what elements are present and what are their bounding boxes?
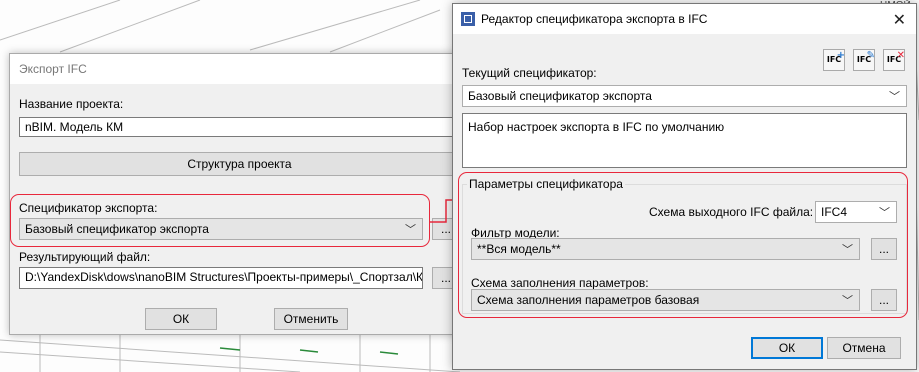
editor-titlebar: Редактор спецификатора экспорта в IFC ✕ — [453, 4, 916, 34]
chevron-down-icon: ﹀ — [889, 91, 900, 103]
spec-description-textarea[interactable]: Набор настроек экспорта в IFC по умолчан… — [462, 113, 907, 168]
delete-spec-icon[interactable]: IFC ✕ — [883, 49, 905, 71]
close-icon[interactable]: ✕ — [893, 10, 906, 30]
editor-cancel-button[interactable]: Отмена — [827, 337, 901, 359]
editor-ok-button[interactable]: ОК — [751, 337, 823, 359]
new-spec-icon[interactable]: IFC + — [823, 49, 845, 71]
current-spec-value: Базовый спецификатор экспорта — [468, 89, 652, 103]
current-spec-select[interactable]: Базовый спецификатор экспорта ﹀ — [462, 85, 907, 107]
edit-spec-icon[interactable]: IFC ✎ — [853, 49, 875, 71]
current-spec-label: Текущий спецификатор: — [462, 66, 597, 80]
editor-title: Редактор спецификатора экспорта в IFC — [481, 12, 708, 26]
app-icon — [461, 12, 475, 26]
params-highlight-frame — [458, 172, 908, 318]
